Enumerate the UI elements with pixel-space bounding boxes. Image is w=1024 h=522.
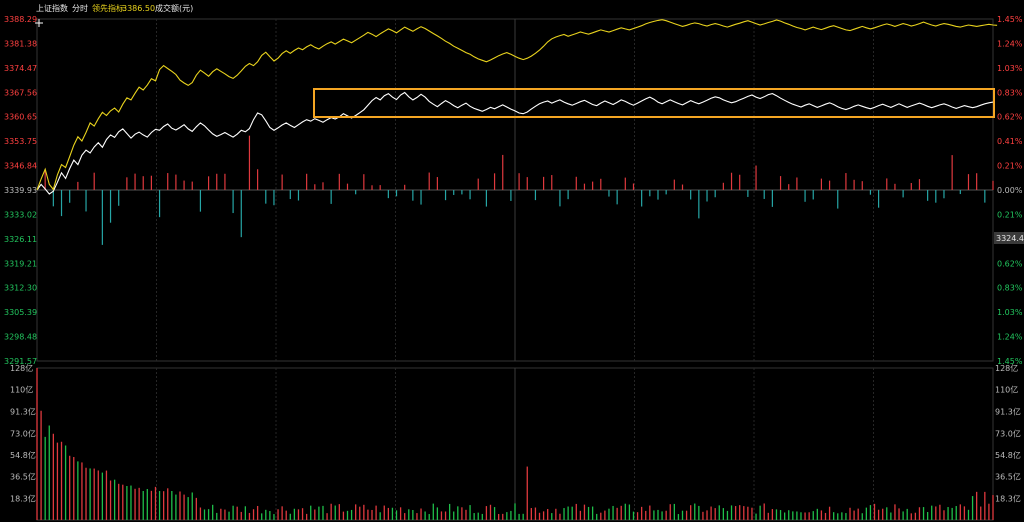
percent-tick-label: 0.21% (997, 210, 1023, 219)
percent-tick-label: 0.83% (997, 88, 1023, 97)
price-tick-label: 3298.48 (4, 333, 37, 342)
cursor-price-tag: 3324.40 (994, 232, 1024, 244)
volume-tick-label-left: 91.3亿 (10, 407, 36, 417)
leading-indicator-value: 3386.50 (122, 4, 155, 13)
percent-tick-label: 0.00% (997, 186, 1023, 195)
volume-tick-label-left: 110亿 (10, 384, 33, 394)
percent-tick-label: 0.41% (997, 137, 1023, 146)
price-tick-label: 3305.39 (4, 308, 37, 317)
volume-tick-label-right: 18.3亿 (995, 493, 1021, 503)
volume-tick-label-left: 36.5亿 (10, 472, 36, 482)
price-tick-label: 3346.84 (4, 162, 37, 171)
volume-unit-label: 成交额(元) (155, 3, 193, 13)
percent-tick-label: 0.62% (997, 259, 1023, 268)
percent-tick-label: 1.45% (997, 15, 1023, 24)
chart-header: 上证指数 分时 领先指标: 3386.50 成交额(元) (36, 3, 193, 13)
price-axis: 3388.29 3381.38 3374.47 3367.56 3360.65 3353.… (4, 15, 37, 366)
volume-tick-label-left: 18.3亿 (10, 493, 36, 503)
price-tick-label: 3353.75 (4, 137, 37, 146)
percent-tick-label: 0.83% (997, 284, 1023, 293)
price-tick-label: 3388.29 (4, 15, 37, 24)
volume-tick-label-right: 128亿 (995, 363, 1018, 373)
volume-tick-label-right: 73.0亿 (995, 428, 1021, 438)
price-tick-label: 3367.56 (4, 88, 37, 97)
volume-tick-label-right: 54.8亿 (995, 450, 1021, 460)
volume-tick-label-right: 36.5亿 (995, 472, 1021, 482)
price-tick-label: 3312.30 (4, 284, 37, 293)
volume-tick-label-right: 91.3亿 (995, 407, 1021, 417)
volume-tick-label-right: 110亿 (995, 384, 1018, 394)
intraday-chart[interactable]: 上证指数 分时 领先指标: 3386.50 成交额(元) 3388.29 3381… (0, 0, 1024, 522)
price-tick-label: 3360.65 (4, 113, 37, 122)
cursor-price-value: 3324.40 (996, 234, 1024, 243)
price-tick-label: 3339.93 (4, 186, 37, 195)
volume-tick-label-left: 54.8亿 (10, 450, 36, 460)
price-tick-label: 3319.21 (4, 259, 37, 268)
percent-tick-label: 1.24% (997, 333, 1023, 342)
percent-tick-label: 1.03% (997, 64, 1023, 73)
price-tick-label: 3374.47 (4, 64, 37, 73)
price-tick-label: 3333.02 (4, 210, 37, 219)
volume-tick-label-left: 128亿 (10, 363, 33, 373)
price-tick-label: 3381.38 (4, 39, 37, 48)
mode-label[interactable]: 分时 (72, 3, 88, 13)
percent-tick-label: 0.21% (997, 162, 1023, 171)
percent-axis: 1.45% 1.24% 1.03% 0.83% 0.62% 0.41% 0.21% 0.00%… (997, 15, 1023, 366)
chart-background (0, 0, 1024, 522)
volume-tick-label-left: 73.0亿 (10, 428, 36, 438)
percent-tick-label: 1.03% (997, 308, 1023, 317)
index-name: 上证指数 (36, 3, 68, 13)
percent-tick-label: 1.24% (997, 39, 1023, 48)
price-tick-label: 3326.11 (4, 235, 37, 244)
percent-tick-label: 0.62% (997, 113, 1023, 122)
